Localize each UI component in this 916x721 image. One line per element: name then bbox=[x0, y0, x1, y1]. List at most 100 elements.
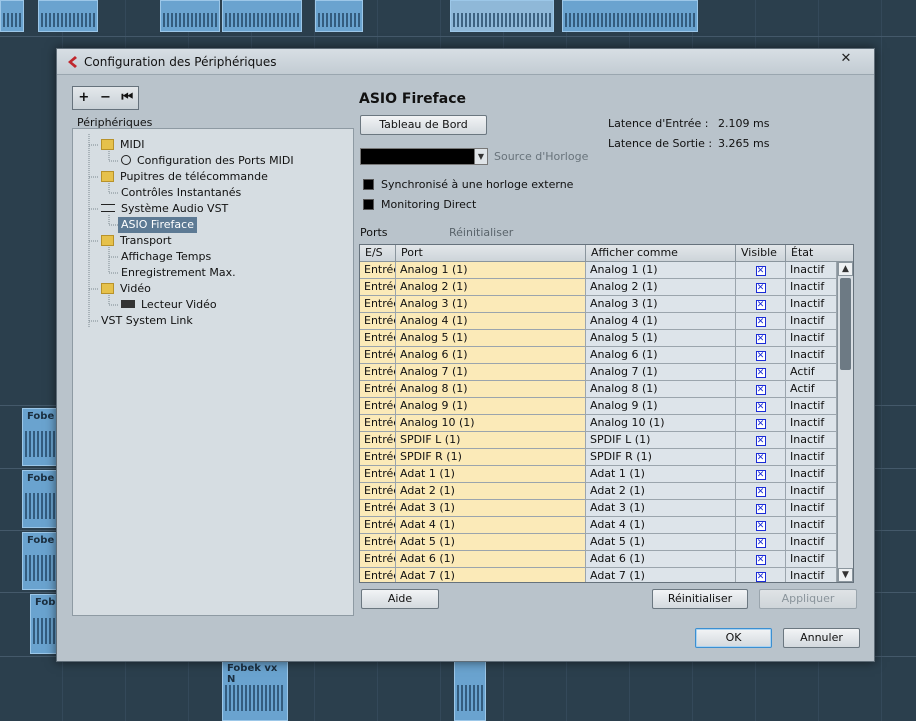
display-name-cell[interactable]: Analog 1 (1) bbox=[586, 262, 736, 278]
table-row[interactable]: EntréeAnalog 3 (1)Analog 3 (1)✕Inactif bbox=[360, 296, 837, 313]
visible-checkbox-icon[interactable]: ✕ bbox=[755, 538, 766, 548]
visible-checkbox-icon[interactable]: ✕ bbox=[755, 487, 766, 497]
audio-clip[interactable]: Fobek vx N bbox=[222, 660, 288, 721]
table-row[interactable]: EntréeAnalog 4 (1)Analog 4 (1)✕Inactif bbox=[360, 313, 837, 330]
tree-item-video[interactable]: Vidéo bbox=[101, 281, 151, 297]
display-name-cell[interactable]: SPDIF R (1) bbox=[586, 449, 736, 465]
table-row[interactable]: EntréeAdat 5 (1)Adat 5 (1)✕Inactif bbox=[360, 534, 837, 551]
visible-checkbox-icon[interactable]: ✕ bbox=[755, 470, 766, 480]
dialog-titlebar[interactable]: Configuration des Périphériques ✕ bbox=[57, 49, 874, 75]
display-name-cell[interactable]: Analog 10 (1) bbox=[586, 415, 736, 431]
audio-clip[interactable] bbox=[315, 0, 363, 32]
audio-clip[interactable] bbox=[222, 0, 302, 32]
table-row[interactable]: EntréeAnalog 5 (1)Analog 5 (1)✕Inactif bbox=[360, 330, 837, 347]
display-name-cell[interactable]: Analog 7 (1) bbox=[586, 364, 736, 380]
display-name-cell[interactable]: Analog 9 (1) bbox=[586, 398, 736, 414]
audio-clip[interactable] bbox=[562, 0, 698, 32]
visible-cell[interactable]: ✕ bbox=[736, 551, 786, 567]
audio-clip[interactable] bbox=[450, 0, 554, 32]
visible-cell[interactable]: ✕ bbox=[736, 381, 786, 397]
visible-checkbox-icon[interactable]: ✕ bbox=[755, 419, 766, 429]
tree-item-remote-devices[interactable]: Pupitres de télécommande bbox=[101, 169, 268, 185]
table-row[interactable]: EntréeAnalog 2 (1)Analog 2 (1)✕Inactif bbox=[360, 279, 837, 296]
column-header-port[interactable]: Port bbox=[396, 245, 586, 262]
visible-checkbox-icon[interactable]: ✕ bbox=[755, 436, 766, 446]
display-name-cell[interactable]: Adat 4 (1) bbox=[586, 517, 736, 533]
visible-cell[interactable]: ✕ bbox=[736, 466, 786, 482]
visible-cell[interactable]: ✕ bbox=[736, 517, 786, 533]
audio-clip[interactable] bbox=[160, 0, 220, 32]
tree-item-time-display[interactable]: Affichage Temps bbox=[121, 249, 211, 265]
direct-monitoring-checkbox[interactable]: Monitoring Direct bbox=[363, 198, 476, 211]
visible-cell[interactable]: ✕ bbox=[736, 449, 786, 465]
table-row[interactable]: EntréeSPDIF L (1)SPDIF L (1)✕Inactif bbox=[360, 432, 837, 449]
table-scrollbar[interactable]: ▲ ▼ bbox=[837, 262, 853, 582]
visible-cell[interactable]: ✕ bbox=[736, 313, 786, 329]
chevron-down-icon[interactable]: ▼ bbox=[474, 149, 487, 164]
table-row[interactable]: EntréeAnalog 8 (1)Analog 8 (1)✕Actif bbox=[360, 381, 837, 398]
visible-cell[interactable]: ✕ bbox=[736, 398, 786, 414]
apply-button[interactable]: Appliquer bbox=[759, 589, 857, 609]
reset-button[interactable]: Réinitialiser bbox=[652, 589, 748, 609]
audio-clip[interactable] bbox=[38, 0, 98, 32]
column-header-visible[interactable]: Visible bbox=[736, 245, 786, 262]
tree-item-video-player[interactable]: Lecteur Vidéo bbox=[121, 297, 217, 313]
visible-cell[interactable]: ✕ bbox=[736, 432, 786, 448]
audio-clip[interactable] bbox=[0, 0, 24, 32]
visible-checkbox-icon[interactable]: ✕ bbox=[755, 504, 766, 514]
audio-clip[interactable] bbox=[454, 660, 486, 721]
visible-checkbox-icon[interactable]: ✕ bbox=[755, 334, 766, 344]
tree-item-quick-controls[interactable]: Contrôles Instantanés bbox=[121, 185, 241, 201]
visible-cell[interactable]: ✕ bbox=[736, 483, 786, 499]
table-row[interactable]: EntréeAnalog 7 (1)Analog 7 (1)✕Actif bbox=[360, 364, 837, 381]
tree-item-midi[interactable]: MIDI bbox=[101, 137, 144, 153]
visible-checkbox-icon[interactable]: ✕ bbox=[755, 368, 766, 378]
column-header-state[interactable]: État bbox=[786, 245, 853, 262]
table-row[interactable]: EntréeAnalog 10 (1)Analog 10 (1)✕Inactif bbox=[360, 415, 837, 432]
table-row[interactable]: EntréeAdat 6 (1)Adat 6 (1)✕Inactif bbox=[360, 551, 837, 568]
audio-clip[interactable]: Fobe bbox=[22, 408, 58, 466]
display-name-cell[interactable]: Adat 7 (1) bbox=[586, 568, 736, 582]
cancel-button[interactable]: Annuler bbox=[783, 628, 860, 648]
visible-cell[interactable]: ✕ bbox=[736, 279, 786, 295]
table-row[interactable]: EntréeAdat 7 (1)Adat 7 (1)✕Inactif bbox=[360, 568, 837, 582]
add-device-button[interactable]: + bbox=[73, 87, 95, 109]
table-row[interactable]: EntréeAnalog 1 (1)Analog 1 (1)✕Inactif bbox=[360, 262, 837, 279]
display-name-cell[interactable]: Analog 8 (1) bbox=[586, 381, 736, 397]
table-row[interactable]: EntréeAdat 4 (1)Adat 4 (1)✕Inactif bbox=[360, 517, 837, 534]
display-name-cell[interactable]: Analog 3 (1) bbox=[586, 296, 736, 312]
display-name-cell[interactable]: Analog 5 (1) bbox=[586, 330, 736, 346]
visible-cell[interactable]: ✕ bbox=[736, 296, 786, 312]
ok-button[interactable]: OK bbox=[695, 628, 772, 648]
visible-cell[interactable]: ✕ bbox=[736, 347, 786, 363]
checkbox-icon[interactable] bbox=[363, 179, 374, 190]
tree-item-vst-system-link[interactable]: VST System Link bbox=[101, 313, 193, 329]
table-row[interactable]: EntréeAnalog 6 (1)Analog 6 (1)✕Inactif bbox=[360, 347, 837, 364]
audio-clip[interactable]: Fobe bbox=[30, 594, 58, 654]
visible-cell[interactable]: ✕ bbox=[736, 364, 786, 380]
visible-checkbox-icon[interactable]: ✕ bbox=[755, 300, 766, 310]
visible-cell[interactable]: ✕ bbox=[736, 262, 786, 278]
visible-checkbox-icon[interactable]: ✕ bbox=[755, 351, 766, 361]
audio-clip[interactable]: Fobe bbox=[22, 470, 58, 528]
control-panel-button[interactable]: Tableau de Bord bbox=[360, 115, 487, 135]
visible-checkbox-icon[interactable]: ✕ bbox=[755, 521, 766, 531]
close-button[interactable]: ✕ bbox=[824, 50, 868, 68]
tree-item-transport[interactable]: Transport bbox=[101, 233, 172, 249]
visible-cell[interactable]: ✕ bbox=[736, 500, 786, 516]
tree-item-record-time-max[interactable]: Enregistrement Max. bbox=[121, 265, 236, 281]
visible-checkbox-icon[interactable]: ✕ bbox=[755, 453, 766, 463]
display-name-cell[interactable]: Analog 2 (1) bbox=[586, 279, 736, 295]
scroll-up-icon[interactable]: ▲ bbox=[838, 262, 853, 276]
scroll-down-icon[interactable]: ▼ bbox=[838, 568, 853, 582]
table-row[interactable]: EntréeAdat 3 (1)Adat 3 (1)✕Inactif bbox=[360, 500, 837, 517]
table-row[interactable]: EntréeSPDIF R (1)SPDIF R (1)✕Inactif bbox=[360, 449, 837, 466]
display-name-cell[interactable]: SPDIF L (1) bbox=[586, 432, 736, 448]
table-row[interactable]: EntréeAdat 1 (1)Adat 1 (1)✕Inactif bbox=[360, 466, 837, 483]
reset-device-button[interactable]: ⏮ bbox=[116, 87, 138, 109]
column-header-io[interactable]: E/S bbox=[360, 245, 396, 262]
remove-device-button[interactable]: − bbox=[95, 87, 117, 109]
display-name-cell[interactable]: Adat 2 (1) bbox=[586, 483, 736, 499]
display-name-cell[interactable]: Analog 6 (1) bbox=[586, 347, 736, 363]
visible-checkbox-icon[interactable]: ✕ bbox=[755, 317, 766, 327]
